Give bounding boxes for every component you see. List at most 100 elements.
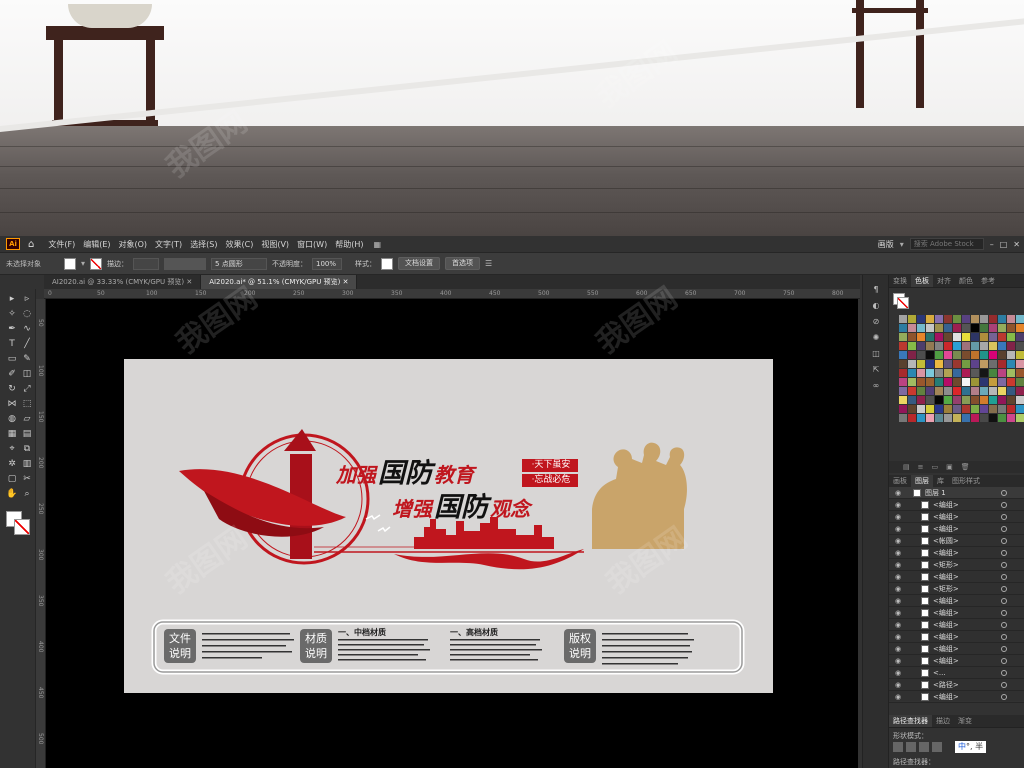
color-swatch[interactable] <box>989 378 997 386</box>
color-swatch[interactable] <box>899 369 907 377</box>
visibility-eye-icon[interactable]: ◉ <box>895 645 903 653</box>
layer-target-icon[interactable] <box>1001 645 1007 652</box>
color-swatch[interactable] <box>1007 369 1015 377</box>
color-swatch[interactable] <box>917 378 925 386</box>
layer-target-icon[interactable] <box>1001 513 1007 520</box>
color-swatch[interactable] <box>944 405 952 413</box>
color-swatch[interactable] <box>1007 315 1015 323</box>
layer-target-icon[interactable] <box>1001 573 1007 580</box>
color-swatch[interactable] <box>1016 360 1024 368</box>
color-swatch[interactable] <box>917 342 925 350</box>
color-swatch[interactable] <box>971 342 979 350</box>
layer-target-icon[interactable] <box>1001 489 1007 496</box>
visibility-eye-icon[interactable]: ◉ <box>895 609 903 617</box>
visibility-eye-icon[interactable]: ◉ <box>895 537 903 545</box>
color-swatch[interactable] <box>926 324 934 332</box>
color-swatch[interactable] <box>998 315 1006 323</box>
type-tool-icon[interactable]: T <box>5 338 19 350</box>
color-swatch[interactable] <box>962 378 970 386</box>
color-swatch[interactable] <box>989 414 997 422</box>
layer-target-icon[interactable] <box>1001 537 1007 544</box>
color-swatch[interactable] <box>926 405 934 413</box>
color-swatch[interactable] <box>998 405 1006 413</box>
folder-icon[interactable]: ▭ <box>932 463 939 471</box>
color-swatch[interactable] <box>1016 396 1024 404</box>
color-swatch[interactable] <box>908 360 916 368</box>
layer-row[interactable]: ◉ <... <box>889 667 1024 679</box>
color-swatch[interactable] <box>980 387 988 395</box>
selection-tool-icon[interactable]: ▸ <box>5 293 19 305</box>
fill-swatch[interactable] <box>64 257 76 270</box>
color-swatch[interactable] <box>998 333 1006 341</box>
visibility-eye-icon[interactable]: ◉ <box>895 693 903 701</box>
color-swatch[interactable] <box>908 333 916 341</box>
menu-item[interactable]: 文字(T) <box>155 239 182 250</box>
color-swatch[interactable] <box>935 378 943 386</box>
color-swatch[interactable] <box>971 324 979 332</box>
color-swatch[interactable] <box>1016 351 1024 359</box>
color-swatch[interactable] <box>944 333 952 341</box>
home-icon[interactable]: ⌂ <box>28 239 34 250</box>
arrange-icon[interactable]: ▦ <box>373 240 381 249</box>
color-swatch[interactable] <box>1016 324 1024 332</box>
layer-target-icon[interactable] <box>1001 669 1007 676</box>
color-swatch[interactable] <box>1007 342 1015 350</box>
symbol-sprayer-icon[interactable]: ✲ <box>5 458 19 470</box>
layer-row[interactable]: ◉ <编组> <box>889 523 1024 535</box>
preferences-button[interactable]: 首选项 <box>445 257 481 270</box>
layer-row[interactable]: ◉ <路径> <box>889 679 1024 691</box>
color-swatch[interactable] <box>1016 414 1024 422</box>
color-swatch[interactable] <box>980 360 988 368</box>
color-swatch[interactable] <box>935 333 943 341</box>
panel-tab[interactable]: 颜色 <box>955 275 977 287</box>
color-swatch[interactable] <box>935 315 943 323</box>
menu-item[interactable]: 文件(F) <box>48 239 75 250</box>
color-swatch[interactable] <box>998 342 1006 350</box>
color-swatch[interactable] <box>1007 414 1015 422</box>
color-swatch[interactable] <box>953 414 961 422</box>
color-swatch[interactable] <box>908 396 916 404</box>
menu-item[interactable]: 窗口(W) <box>297 239 327 250</box>
color-swatch[interactable] <box>944 351 952 359</box>
color-swatch[interactable] <box>1007 360 1015 368</box>
swatch-menu-icon[interactable]: ≡ <box>918 463 924 471</box>
layer-target-icon[interactable] <box>1001 585 1007 592</box>
visibility-eye-icon[interactable]: ◉ <box>895 657 903 665</box>
menu-item[interactable]: 编辑(E) <box>83 239 110 250</box>
menu-item[interactable]: 效果(C) <box>226 239 254 250</box>
color-swatch[interactable] <box>971 405 979 413</box>
color-swatch[interactable] <box>962 324 970 332</box>
stroke-weight-input[interactable] <box>133 257 160 270</box>
swatch-none-icon[interactable]: ⊘ <box>871 317 881 327</box>
color-swatch[interactable] <box>908 378 916 386</box>
color-swatch[interactable] <box>926 378 934 386</box>
color-swatch[interactable] <box>998 378 1006 386</box>
color-swatch[interactable] <box>1007 387 1015 395</box>
color-swatch[interactable] <box>899 360 907 368</box>
visibility-eye-icon[interactable]: ◉ <box>895 573 903 581</box>
panel-tab[interactable]: 画板 <box>889 475 911 487</box>
layer-target-icon[interactable] <box>1001 549 1007 556</box>
direct-selection-icon[interactable]: ▹ <box>20 293 34 305</box>
layer-row[interactable]: ◉ <矩形> <box>889 583 1024 595</box>
shape-builder-icon[interactable]: ◍ <box>5 413 19 425</box>
variable-width-select[interactable] <box>164 257 207 270</box>
panel-tab[interactable]: 图形样式 <box>948 475 984 487</box>
magic-wand-icon[interactable]: ✧ <box>5 308 19 320</box>
color-swatch[interactable] <box>926 360 934 368</box>
layer-target-icon[interactable] <box>1001 621 1007 628</box>
color-swatch[interactable] <box>971 396 979 404</box>
color-swatch[interactable] <box>926 351 934 359</box>
color-swatch[interactable] <box>1016 315 1024 323</box>
color-swatch[interactable] <box>962 369 970 377</box>
color-swatch[interactable] <box>989 342 997 350</box>
color-swatch[interactable] <box>908 405 916 413</box>
visibility-eye-icon[interactable]: ◉ <box>895 489 903 497</box>
color-swatch[interactable] <box>962 405 970 413</box>
color-swatch[interactable] <box>944 315 952 323</box>
color-swatch[interactable] <box>917 351 925 359</box>
color-swatch[interactable] <box>962 333 970 341</box>
library-icon[interactable]: ▤ <box>903 463 910 471</box>
layer-row[interactable]: ◉ <编组> <box>889 499 1024 511</box>
color-swatch[interactable] <box>926 369 934 377</box>
